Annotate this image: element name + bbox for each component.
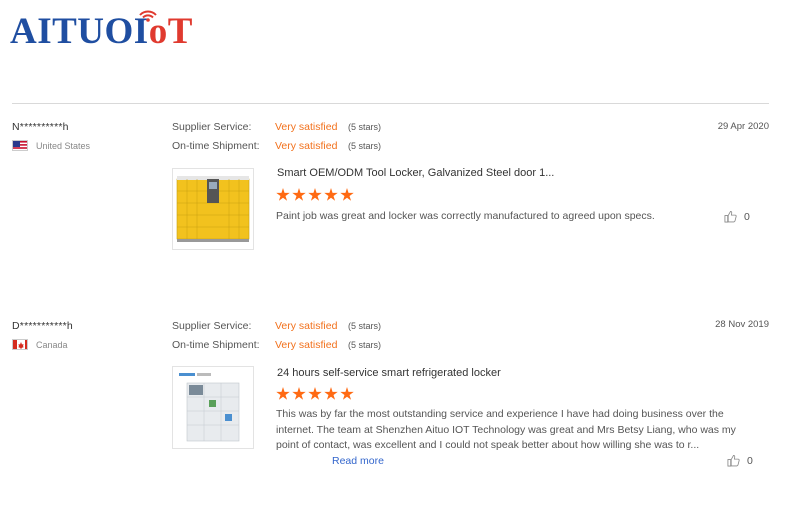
supplier-service-stars: (5 stars) [348,321,382,331]
rating-stars [276,387,354,401]
logo-text-blue: AITUOI [10,11,149,52]
us-flag-icon [12,140,28,151]
star-icon [276,387,290,400]
supplier-service-value: Very satisfied [275,320,338,332]
canada-flag-icon [12,339,28,350]
review-date: 28 Nov 2019 [715,319,769,330]
star-icon [340,387,354,400]
supplier-service-label: Supplier Service: [172,121,252,133]
wifi-signal-icon [139,10,157,22]
product-thumbnail[interactable] [172,366,254,449]
ontime-shipment-label: On-time Shipment: [172,140,260,152]
refrigerated-locker-image [179,373,240,442]
star-icon [308,188,322,201]
review-date: 29 Apr 2020 [717,121,769,132]
star-icon [324,188,338,201]
star-icon [308,387,322,400]
buyer-country: United States [12,140,90,151]
rating-stars [276,188,354,202]
thumbs-up-icon [727,454,740,467]
ontime-shipment-value: Very satisfied [275,140,338,152]
product-title-link[interactable]: Smart OEM/ODM Tool Locker, Galvanized St… [277,167,554,179]
ontime-shipment-stars: (5 stars) [348,141,382,151]
country-label: United States [36,140,91,151]
like-count: 0 [747,454,753,467]
product-thumbnail[interactable] [172,168,254,250]
ontime-shipment-value: Very satisfied [275,339,338,351]
star-icon [324,387,338,400]
buyer-country: Canada [12,339,68,350]
country-label: Canada [36,339,68,350]
review-comment: This was by far the most outstanding ser… [276,407,741,469]
yellow-locker-image [176,176,250,242]
star-icon [276,188,290,201]
star-icon [340,188,354,201]
star-icon [292,387,306,400]
ontime-shipment-label: On-time Shipment: [172,339,260,351]
supplier-service-value: Very satisfied [275,121,338,133]
ontime-shipment-stars: (5 stars) [348,340,382,350]
review-comment-text: This was by far the most outstanding ser… [276,408,736,451]
like-button[interactable]: 0 [724,210,750,223]
star-icon [292,188,306,201]
read-more-link[interactable]: Read more [332,455,384,467]
thumbs-up-icon [724,210,737,223]
supplier-service-stars: (5 stars) [348,122,382,132]
like-button[interactable]: 0 [727,454,753,467]
buyer-name: N**********h [12,121,69,133]
product-title-link[interactable]: 24 hours self-service smart refrigerated… [277,367,501,379]
buyer-name: D***********h [12,320,73,332]
like-count: 0 [744,210,750,223]
divider [12,103,769,104]
review-comment: Paint job was great and locker was corre… [276,210,655,222]
brand-logo: AITUOI oT [10,10,193,52]
supplier-service-label: Supplier Service: [172,320,252,332]
